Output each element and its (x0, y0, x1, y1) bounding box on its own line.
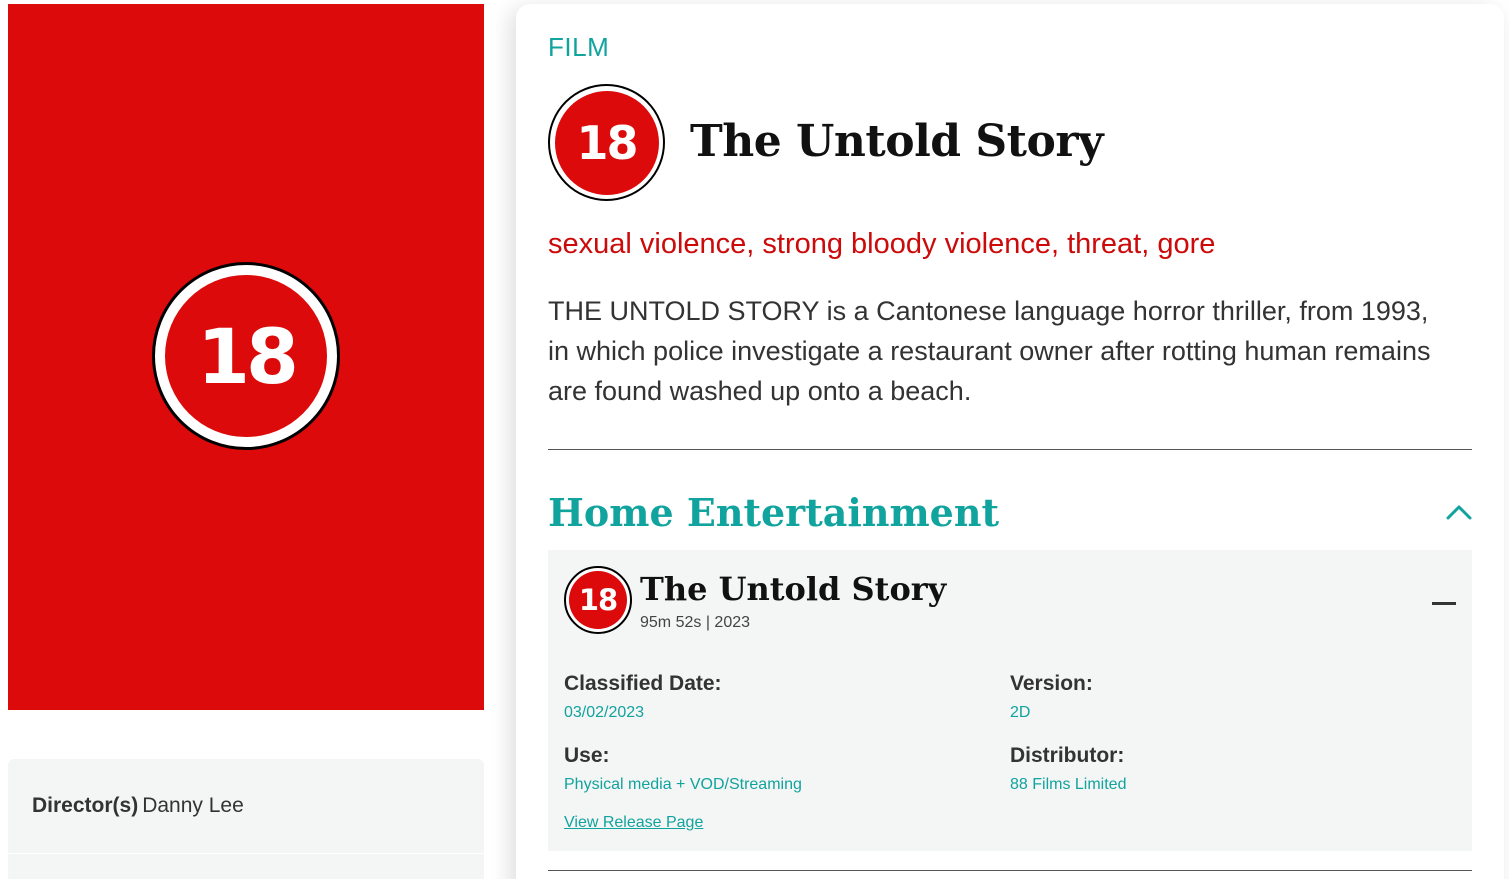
content-warnings: sexual violence, strong bloody violence,… (548, 228, 1216, 260)
rating-number: 18 (569, 571, 627, 629)
rating-number: 18 (554, 90, 659, 195)
minus-icon[interactable] (1432, 602, 1456, 605)
film-detail-card: FILM 18 The Untold Story sexual violence… (516, 4, 1504, 879)
rating-18-badge-small: 18 (564, 566, 632, 634)
classified-date-value: 03/02/2023 (564, 704, 645, 721)
version-label: Version: (1010, 672, 1093, 695)
distributor-label: Distributor: (1010, 744, 1125, 767)
use-field: Use: Physical media + VOD/Streaming (564, 744, 802, 794)
release-panel: 18 The Untold Story 95m 52s | 2023 Class… (548, 550, 1472, 851)
director-label: Director(s) (32, 794, 139, 817)
home-entertainment-heading[interactable]: Home Entertainment (548, 490, 999, 535)
distributor-value: 88 Films Limited (1010, 776, 1127, 793)
version-field: Version: 2D (1010, 672, 1093, 722)
film-poster: 18 (8, 4, 484, 710)
section-divider (548, 449, 1472, 450)
credits-panel: Director(s) Danny Lee (8, 759, 484, 879)
chevron-up-icon[interactable] (1444, 498, 1474, 528)
film-synopsis: THE UNTOLD STORY is a Cantonese language… (548, 296, 1431, 406)
view-release-page-link[interactable]: View Release Page (564, 814, 703, 832)
release-title: The Untold Story (640, 570, 947, 608)
rating-number: 18 (165, 275, 327, 437)
rating-18-badge-large: 18 (152, 262, 340, 450)
version-value: 2D (1010, 704, 1031, 721)
distributor-field: Distributor: 88 Films Limited (1010, 744, 1126, 794)
classified-date-label: Classified Date: (564, 672, 722, 695)
section-divider-bottom (548, 870, 1472, 871)
classified-date-field: Classified Date: 03/02/2023 (564, 672, 722, 722)
page-title: The Untold Story (690, 116, 1104, 167)
director-row: Director(s) Danny Lee (32, 794, 244, 818)
use-value: Physical media + VOD/Streaming (564, 776, 802, 793)
use-label: Use: (564, 744, 610, 767)
director-value: Danny Lee (142, 794, 244, 817)
content-type-label: FILM (548, 32, 610, 62)
release-runtime-year: 95m 52s | 2023 (640, 614, 751, 631)
credits-divider (8, 853, 484, 854)
rating-18-badge: 18 (548, 84, 665, 201)
